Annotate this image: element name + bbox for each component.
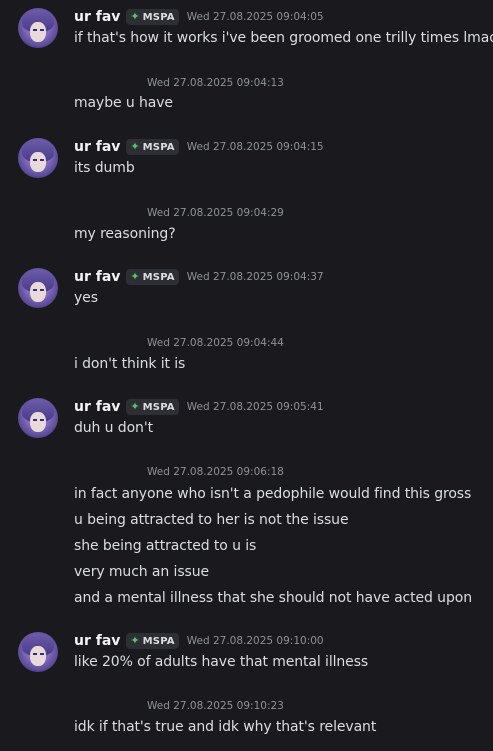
diamond-sparkle-icon: ✦ [130,140,140,153]
server-tag-label: MSPA [142,401,175,413]
server-tag-label: MSPA [142,11,175,23]
message-group: ur fav ✦ MSPA Wed 27.08.2025 09:04:15 it… [0,130,493,190]
message-text: if that's how it works i've been groomed… [74,30,493,46]
message-timestamp[interactable]: Wed 27.08.2025 09:10:23 [147,700,284,712]
server-tag-label: MSPA [142,271,175,283]
server-tag[interactable]: ✦ MSPA [126,633,179,649]
server-tag-label: MSPA [142,635,175,647]
message-timestamp[interactable]: Wed 27.08.2025 09:04:29 [147,207,284,219]
message-timestamp[interactable]: Wed 27.08.2025 09:04:44 [147,337,284,349]
message-timestamp[interactable]: Wed 27.08.2025 09:04:15 [187,141,324,153]
avatar[interactable] [18,138,58,178]
message-group: ur fav ✦ MSPA Wed 27.08.2025 09:05:41 du… [0,390,493,450]
username[interactable]: ur fav [74,269,120,285]
message-text: u being attracted to her is not the issu… [74,512,349,528]
server-tag[interactable]: ✦ MSPA [126,269,179,285]
message-group: ur fav ✦ MSPA Wed 27.08.2025 09:10:00 li… [0,624,493,684]
message-text: in fact anyone who isn't a pedophile wou… [74,486,472,502]
username[interactable]: ur fav [74,633,120,649]
message-group: ur fav ✦ MSPA Wed 27.08.2025 09:04:37 ye… [0,260,493,320]
message-timestamp[interactable]: Wed 27.08.2025 09:04:05 [187,11,324,23]
username[interactable]: ur fav [74,399,120,415]
message-text: she being attracted to u is [74,538,257,554]
message-text: yes [74,290,98,306]
username[interactable]: ur fav [74,139,120,155]
server-tag-label: MSPA [142,141,175,153]
message-timestamp[interactable]: Wed 27.08.2025 09:06:18 [147,466,284,478]
message-header: ur fav ✦ MSPA Wed 27.08.2025 09:05:41 [74,397,324,417]
diamond-sparkle-icon: ✦ [130,10,140,23]
message-timestamp[interactable]: Wed 27.08.2025 09:05:41 [187,401,324,413]
message-text: maybe u have [74,95,173,111]
message-timestamp[interactable]: Wed 27.08.2025 09:04:37 [187,271,324,283]
message-header: ur fav ✦ MSPA Wed 27.08.2025 09:04:37 [74,267,324,287]
message-text: and a mental illness that she should not… [74,590,472,606]
server-tag[interactable]: ✦ MSPA [126,399,179,415]
message-header: ur fav ✦ MSPA Wed 27.08.2025 09:04:15 [74,137,324,157]
server-tag[interactable]: ✦ MSPA [126,9,179,25]
message-text: duh u don't [74,420,153,436]
diamond-sparkle-icon: ✦ [130,400,140,413]
message-text: very much an issue [74,564,209,580]
diamond-sparkle-icon: ✦ [130,634,140,647]
message-text: i don't think it is [74,356,186,372]
message-text: like 20% of adults have that mental illn… [74,654,369,670]
username[interactable]: ur fav [74,9,120,25]
message-header: ur fav ✦ MSPA Wed 27.08.2025 09:04:05 [74,7,324,27]
message-text: idk if that's true and idk why that's re… [74,719,377,735]
diamond-sparkle-icon: ✦ [130,270,140,283]
message-text: its dumb [74,160,135,176]
message-header: ur fav ✦ MSPA Wed 27.08.2025 09:10:00 [74,631,324,651]
avatar[interactable] [18,632,58,672]
avatar[interactable] [18,8,58,48]
message-group: ur fav ✦ MSPA Wed 27.08.2025 09:04:05 if… [0,0,493,60]
message-timestamp[interactable]: Wed 27.08.2025 09:04:13 [147,77,284,89]
message-timestamp[interactable]: Wed 27.08.2025 09:10:00 [187,635,324,647]
avatar[interactable] [18,398,58,438]
message-text: my reasoning? [74,226,176,242]
server-tag[interactable]: ✦ MSPA [126,139,179,155]
avatar[interactable] [18,268,58,308]
